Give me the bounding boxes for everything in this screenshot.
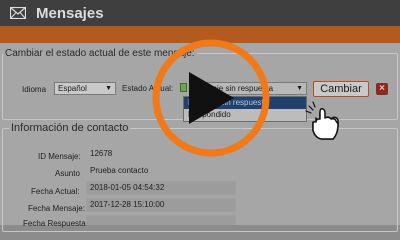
subject-value: Prueba contacto bbox=[90, 166, 149, 175]
chevron-down-icon: ▼ bbox=[105, 85, 112, 92]
close-icon[interactable]: × bbox=[376, 83, 388, 95]
language-label: Idioma bbox=[22, 85, 47, 94]
contact-info-legend: Información de contacto bbox=[11, 122, 129, 134]
response-date-label: Fecha Respuesta bbox=[23, 219, 86, 228]
envelope-icon bbox=[8, 6, 28, 20]
message-date-label: Fecha Mensaje: bbox=[28, 204, 85, 213]
language-select[interactable]: Español ▼ bbox=[54, 82, 116, 95]
current-date-value: 2018-01-05 04:54:32 bbox=[90, 183, 165, 192]
status-label: Estado Actual: bbox=[122, 84, 174, 93]
status-select-value: Mensaje sin respuesta bbox=[193, 84, 274, 93]
subject-label: Asunto bbox=[55, 169, 80, 178]
current-date-field: 2018-01-05 04:54:32 bbox=[86, 181, 236, 195]
language-select-value: Español bbox=[58, 84, 87, 93]
status-dropdown-list: Mensaje sin respuesta Respondido bbox=[183, 96, 307, 122]
status-select[interactable]: Mensaje sin respuesta ▼ bbox=[189, 82, 307, 95]
status-indicator-icon bbox=[180, 83, 187, 92]
response-date-field bbox=[86, 215, 236, 225]
change-state-legend: Cambiar el estado actual de este mensaje… bbox=[5, 48, 195, 59]
chevron-down-icon: ▼ bbox=[296, 85, 303, 92]
message-id-label: ID Mensaje: bbox=[38, 152, 81, 161]
window-title: Mensajes bbox=[36, 4, 104, 22]
status-option-answered[interactable]: Respondido bbox=[184, 109, 306, 121]
message-id-value: 12678 bbox=[90, 149, 113, 158]
change-button[interactable]: Cambiar bbox=[313, 81, 369, 97]
message-date-value: 2017-12-28 15:10:00 bbox=[90, 200, 165, 209]
accent-bar bbox=[0, 26, 400, 43]
message-date-field: 2017-12-28 15:10:00 bbox=[86, 198, 236, 212]
current-date-label: Fecha Actual: bbox=[31, 187, 80, 196]
window-titlebar: Mensajes bbox=[0, 0, 400, 26]
status-option-unanswered[interactable]: Mensaje sin respuesta bbox=[184, 97, 306, 109]
